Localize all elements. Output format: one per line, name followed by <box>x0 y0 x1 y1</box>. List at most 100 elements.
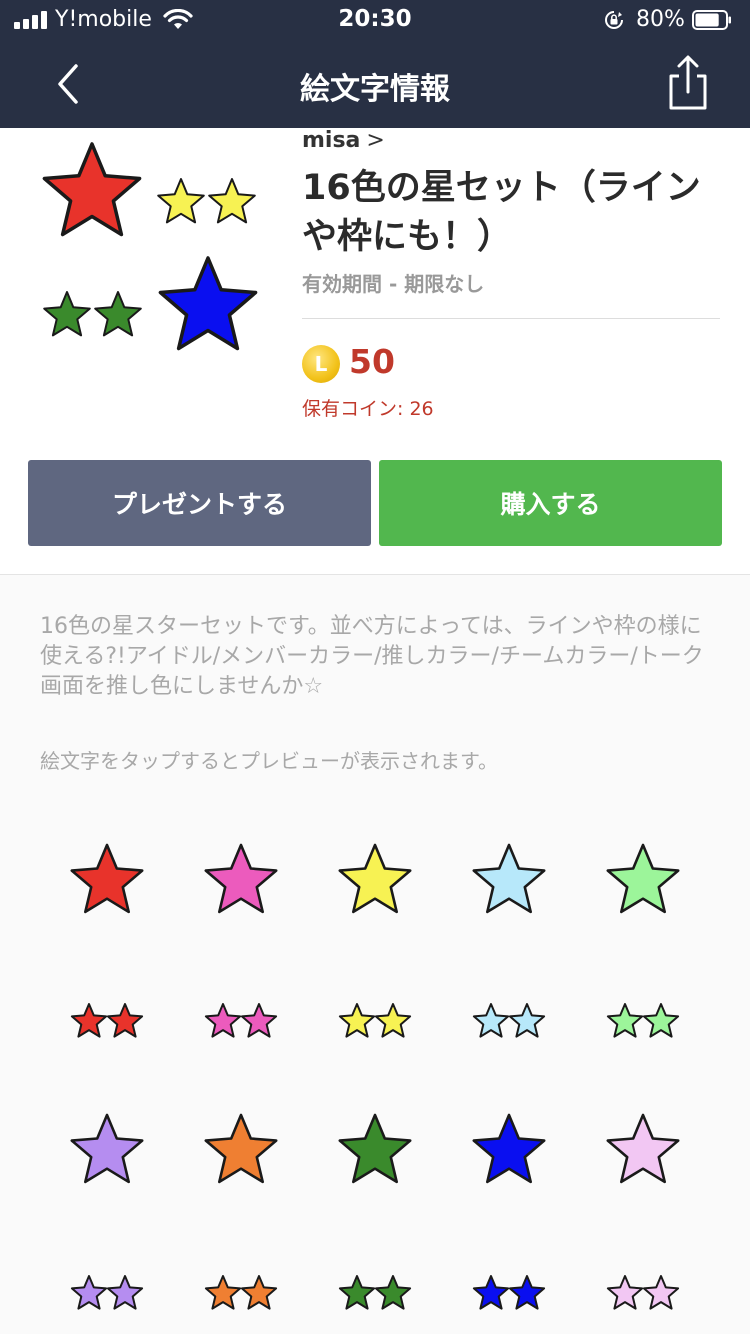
coin-letter: L <box>314 352 328 376</box>
emoji-item[interactable] <box>442 1252 576 1334</box>
emoji-item[interactable] <box>442 838 576 958</box>
double-star-emoji <box>338 1003 412 1038</box>
double-star-emoji <box>204 1275 278 1310</box>
emoji-item[interactable] <box>40 1108 174 1228</box>
divider <box>302 318 720 319</box>
product-hero-image <box>42 142 258 351</box>
star-icon <box>70 843 144 914</box>
star-icon <box>204 843 278 914</box>
star-icon <box>204 1113 278 1184</box>
emoji-item[interactable] <box>40 1252 174 1334</box>
present-button[interactable]: プレゼントする <box>28 460 371 546</box>
star-icon <box>43 291 91 337</box>
star-icon <box>472 1275 510 1310</box>
star-icon <box>338 1113 412 1184</box>
star-emoji <box>70 1113 144 1184</box>
star-icon <box>338 1003 376 1038</box>
emoji-item[interactable] <box>576 838 710 958</box>
star-icon <box>94 291 142 337</box>
emoji-item[interactable] <box>308 980 442 1070</box>
star-icon <box>338 843 412 914</box>
battery-icon <box>692 10 731 30</box>
product-title: 16色の星セット（ラインや枠にも！） <box>302 168 701 257</box>
star-icon <box>374 1003 412 1038</box>
page-title: 絵文字情報 <box>300 72 450 107</box>
star-icon <box>157 178 205 224</box>
star-icon <box>472 1003 510 1038</box>
double-star-emoji <box>472 1003 546 1038</box>
rotation-lock-icon <box>605 11 623 29</box>
star-icon <box>208 178 256 224</box>
star-icon <box>606 1003 644 1038</box>
star-icon <box>606 1113 680 1184</box>
star-icon <box>642 1275 680 1310</box>
double-star-emoji <box>606 1003 680 1038</box>
price: 50 <box>349 342 395 381</box>
star-icon <box>606 843 680 914</box>
star-icon <box>204 1275 242 1310</box>
star-icon <box>642 1003 680 1038</box>
star-icon <box>374 1275 412 1310</box>
double-star-emoji <box>70 1003 144 1038</box>
star-icon <box>204 1003 242 1038</box>
emoji-item[interactable] <box>174 980 308 1070</box>
double-star-emoji <box>606 1275 680 1310</box>
star-icon <box>508 1275 546 1310</box>
chevron-right-icon: > <box>366 128 385 153</box>
star-emoji <box>204 1113 278 1184</box>
star-icon <box>106 1003 144 1038</box>
double-star-emoji <box>472 1275 546 1310</box>
validity-period: 有効期間 - 期限なし <box>302 272 485 296</box>
emoji-item[interactable] <box>442 1108 576 1228</box>
star-icon <box>508 1003 546 1038</box>
star-emoji <box>606 1113 680 1184</box>
star-icon <box>70 1113 144 1184</box>
star-emoji <box>338 1113 412 1184</box>
double-star-emoji <box>70 1275 144 1310</box>
emoji-item[interactable] <box>174 1252 308 1334</box>
star-icon <box>70 1275 108 1310</box>
header: Y!mobile 20:30 80% 絵文字情報 <box>0 0 750 128</box>
author-link[interactable]: misa > <box>302 128 385 153</box>
star-emoji <box>338 843 412 914</box>
line-coin-icon: L <box>302 345 340 383</box>
emoji-item[interactable] <box>442 980 576 1070</box>
emoji-item[interactable] <box>40 980 174 1070</box>
star-icon <box>240 1275 278 1310</box>
star-icon <box>606 1275 644 1310</box>
star-icon <box>70 1003 108 1038</box>
star-icon <box>338 1275 376 1310</box>
star-icon <box>472 1113 546 1184</box>
star-emoji <box>472 843 546 914</box>
emoji-item[interactable] <box>40 838 174 958</box>
emoji-item[interactable] <box>308 1252 442 1334</box>
emoji-item[interactable] <box>308 838 442 958</box>
status-bar: Y!mobile 20:30 80% <box>0 0 750 40</box>
preview-hint: 絵文字をタップするとプレビューが表示されます。 <box>40 749 498 773</box>
star-emoji <box>472 1113 546 1184</box>
product-summary: misa > 16色の星セット（ラインや枠にも！） 有効期間 - 期限なし L 5… <box>0 128 750 575</box>
product-description: 16色の星スターセットです。並べ方によっては、ラインや枠の様に使える?!アイドル… <box>40 614 704 699</box>
star-emoji <box>204 843 278 914</box>
double-star-emoji <box>338 1275 412 1310</box>
nav-bar: 絵文字情報 <box>0 40 750 128</box>
double-star-emoji <box>204 1003 278 1038</box>
star-icon <box>240 1003 278 1038</box>
battery-percent: 80% <box>636 7 685 32</box>
emoji-item[interactable] <box>308 1108 442 1228</box>
owned-coins: 保有コイン: 26 <box>302 398 434 420</box>
emoji-item[interactable] <box>576 1108 710 1228</box>
emoji-item[interactable] <box>174 1108 308 1228</box>
emoji-item[interactable] <box>174 838 308 958</box>
star-emoji <box>70 843 144 914</box>
star-icon <box>106 1275 144 1310</box>
emoji-grid <box>40 820 710 1334</box>
emoji-item[interactable] <box>576 980 710 1070</box>
emoji-item[interactable] <box>576 1252 710 1334</box>
buy-button[interactable]: 購入する <box>379 460 722 546</box>
share-button[interactable] <box>660 52 716 112</box>
author-name: misa <box>302 128 361 153</box>
star-icon <box>472 843 546 914</box>
star-emoji <box>606 843 680 914</box>
star-icon <box>158 256 258 351</box>
